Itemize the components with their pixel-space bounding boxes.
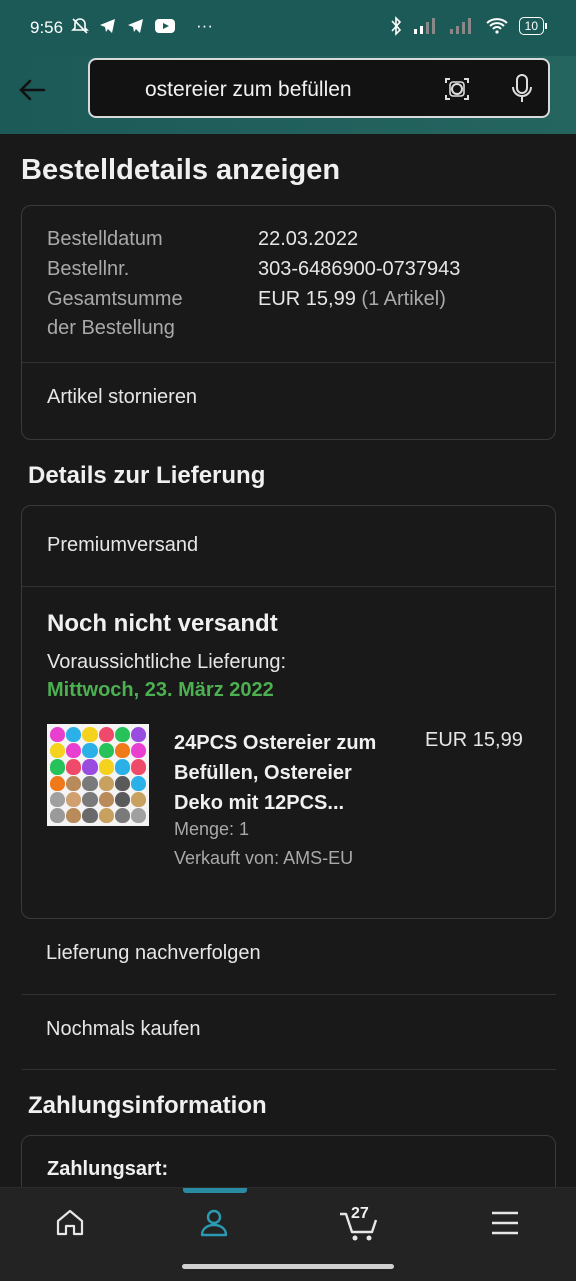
cancel-items-button[interactable]: Artikel stornieren <box>47 386 197 409</box>
divider <box>22 362 555 363</box>
product-quantity: Menge: 1 <box>174 819 250 839</box>
order-total-label-line2: der Bestellung <box>47 317 175 339</box>
signal-icon <box>413 18 435 34</box>
home-icon[interactable] <box>54 1206 86 1238</box>
divider <box>22 994 556 995</box>
shipping-method: Premiumversand <box>47 534 199 556</box>
shipment-status: Noch nicht versandt <box>47 610 278 637</box>
expected-delivery-date: Mittwoch, 23. März 2022 <box>47 679 274 701</box>
search-query: ostereier zum befüllen <box>145 78 352 101</box>
product-title[interactable]: 24PCS Ostereier zum Befüllen, Ostereier … <box>174 728 376 818</box>
telegram-icon <box>128 19 143 33</box>
search-input[interactable]: ostereier zum befüllen <box>88 58 550 118</box>
product-title-line: Deko mit 12PCS... <box>174 792 345 814</box>
active-tab-indicator <box>183 1188 247 1193</box>
cart-count-badge: 27 <box>351 1205 369 1222</box>
back-arrow-icon[interactable] <box>14 72 50 108</box>
payment-method-label: Zahlungsart: <box>47 1158 169 1180</box>
product-seller: Verkauft von: AMS-EU <box>174 848 354 868</box>
divider <box>22 586 555 587</box>
battery-icon: 10 <box>518 17 548 35</box>
youtube-icon <box>155 19 175 33</box>
product-title-line: 24PCS Ostereier zum <box>174 732 377 754</box>
track-delivery-button[interactable]: Lieferung nachverfolgen <box>46 942 261 965</box>
payment-section-title: Zahlungsinformation <box>28 1092 267 1119</box>
more-notifications: ··· <box>196 16 213 35</box>
delivery-section-title: Details zur Lieferung <box>28 462 266 489</box>
divider <box>22 1069 556 1070</box>
camera-search-icon[interactable] <box>442 74 472 104</box>
order-total-label: Gesamtsumme <box>47 288 183 310</box>
order-number-label: Bestellnr. <box>47 258 130 280</box>
status-bar: 9:56 ··· 10 <box>0 0 576 56</box>
page-title: Bestelldetails anzeigen <box>21 154 341 186</box>
status-time: 9:56 <box>30 18 64 37</box>
muted-bell-icon <box>71 18 89 34</box>
product-price: EUR 15,99 <box>425 729 523 751</box>
notification-icons: ··· <box>70 16 213 36</box>
order-date-value: 22.03.2022 <box>258 228 359 250</box>
wifi-icon <box>485 18 508 34</box>
order-date-label: Bestelldatum <box>47 228 163 250</box>
bottom-navigation <box>0 1187 576 1281</box>
product-image[interactable] <box>47 724 149 826</box>
order-number-value: 303-6486900-0737943 <box>258 258 461 280</box>
top-bar: ostereier zum befüllen <box>0 56 576 134</box>
product-title-line: Befüllen, Ostereier <box>174 762 352 784</box>
order-total-value: EUR 15,99 (1 Artikel) <box>258 288 446 311</box>
gesture-home-bar[interactable] <box>182 1264 394 1269</box>
order-total-amount: EUR 15,99 <box>258 288 356 310</box>
menu-icon[interactable] <box>490 1210 520 1236</box>
order-item-count: (1 Artikel) <box>361 288 446 310</box>
expected-delivery-label: Voraussichtliche Lieferung: <box>47 651 287 673</box>
bluetooth-icon <box>391 16 401 36</box>
buy-again-button[interactable]: Nochmals kaufen <box>46 1018 201 1041</box>
system-icons: 10 <box>389 16 548 36</box>
telegram-icon <box>100 19 115 33</box>
microphone-icon[interactable] <box>508 72 536 106</box>
account-icon[interactable] <box>198 1206 230 1238</box>
signal-icon <box>449 18 471 34</box>
